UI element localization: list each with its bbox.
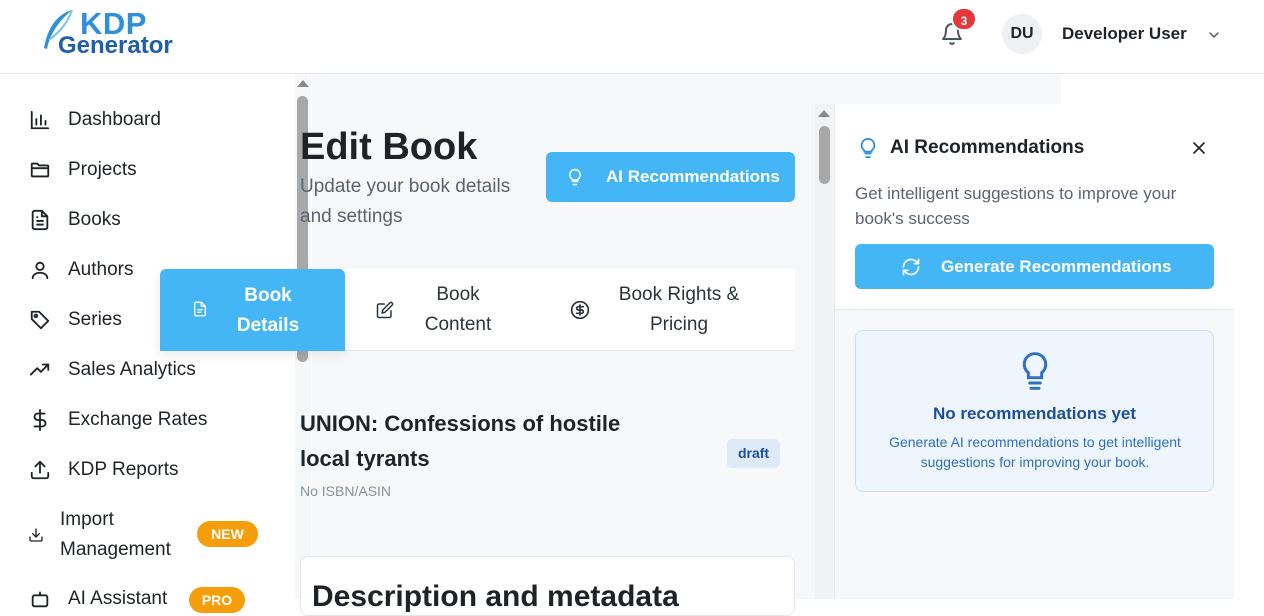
notification-badge: 3 <box>951 7 977 31</box>
tab-book-content[interactable]: Book Content <box>376 280 508 340</box>
ai-recommendations-button[interactable]: AI Recommendations <box>546 152 795 202</box>
page-subtitle: Update your book details and settings <box>300 176 511 227</box>
lightbulb-icon <box>1022 352 1048 390</box>
ai-panel-description: Get intelligent suggestions to improve y… <box>855 184 1177 228</box>
logo-text-generator: Generator <box>58 32 173 59</box>
avatar[interactable]: DU <box>1002 14 1042 54</box>
edit-icon <box>376 301 394 319</box>
page-title: Edit Book <box>300 126 478 168</box>
tab-label: Book Content <box>424 284 492 335</box>
dollar-circle-icon <box>570 300 590 320</box>
chevron-down-icon[interactable] <box>1206 27 1222 43</box>
book-asin: No ISBN/ASIN <box>300 483 392 499</box>
close-icon[interactable] <box>1189 138 1209 158</box>
empty-state-description: Generate AI recommendations to get intel… <box>889 434 1181 470</box>
lightbulb-icon <box>566 168 584 186</box>
status-badge: draft <box>727 439 780 468</box>
scroll-up-arrow-icon[interactable] <box>818 110 830 117</box>
tab-label: Book Rights & Pricing <box>618 284 740 335</box>
main-scroll-thumb[interactable] <box>819 126 830 184</box>
tab-book-rights-pricing[interactable]: Book Rights & Pricing <box>570 280 754 340</box>
refresh-icon <box>901 257 921 277</box>
ai-panel-title: AI Recommendations <box>890 137 1085 158</box>
book-title: UNION: Confessions of hostile local tyra… <box>300 411 621 471</box>
user-name[interactable]: Developer User <box>1062 24 1187 44</box>
sidebar-overlay <box>0 74 295 599</box>
section-heading: Description and metadata <box>312 580 679 613</box>
generate-recommendations-button[interactable]: Generate Recommendations <box>855 244 1214 289</box>
app-logo[interactable]: KDP Generator <box>40 6 210 62</box>
ai-recommendations-label: AI Recommendations <box>606 167 780 186</box>
lightbulb-icon <box>860 137 876 159</box>
main-top-strip <box>312 74 1061 104</box>
empty-state-title: No recommendations yet <box>932 404 1137 423</box>
scroll-up-arrow-icon[interactable] <box>297 80 309 87</box>
generate-recommendations-label: Generate Recommendations <box>941 256 1172 276</box>
